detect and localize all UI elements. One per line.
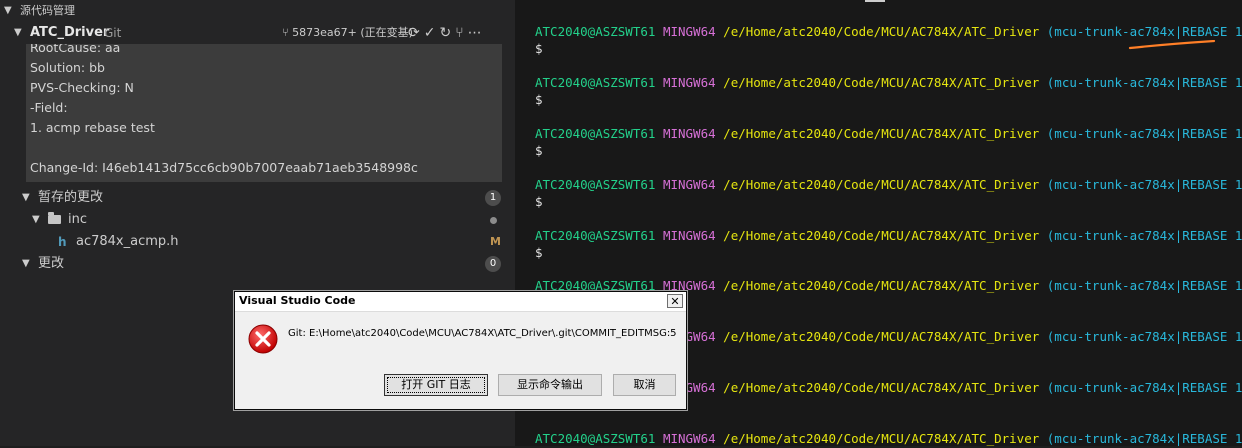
repo-toolbar: ⟳✓↻⑂⋯ bbox=[408, 22, 486, 44]
terminal-branch-info: (mcu-trunk-ac784x|REBASE 1/1) bbox=[1046, 380, 1242, 395]
more-actions-icon[interactable]: ⋯ bbox=[468, 25, 486, 41]
terminal-path: /e/Home/atc2040/Code/MCU/AC784X/ATC_Driv… bbox=[723, 75, 1040, 90]
commit-message-input[interactable]: RootCause: aa Solution: bb PVS-Checking:… bbox=[26, 44, 502, 182]
terminal-path: /e/Home/atc2040/Code/MCU/AC784X/ATC_Driv… bbox=[723, 228, 1040, 243]
commit-message-line: RootCause: aa bbox=[30, 44, 121, 55]
graph-icon[interactable]: ⑂ bbox=[455, 25, 467, 41]
terminal-prompt-line: ATC2040@ASZSWT61 MINGW64 /e/Home/atc2040… bbox=[535, 125, 1242, 143]
branch-icon: ⑂ bbox=[282, 26, 289, 39]
terminal-branch-info: (mcu-trunk-ac784x|REBASE 1/1) bbox=[1046, 24, 1242, 39]
terminal-system: MINGW64 bbox=[662, 75, 716, 90]
changes-label: 更改 bbox=[38, 256, 65, 271]
terminal-prompt-symbol: $ bbox=[535, 92, 543, 107]
chevron-down-icon: ▼ bbox=[14, 27, 22, 38]
terminal-prompt-symbol: $ bbox=[535, 143, 543, 158]
terminal-branch-info: (mcu-trunk-ac784x|REBASE 1/1) bbox=[1046, 177, 1242, 192]
terminal-prompt-symbol: $ bbox=[535, 245, 543, 260]
terminal-tab-indicator bbox=[865, 0, 885, 2]
terminal-branch-info: (mcu-trunk-ac784x|REBASE 1/1) bbox=[1046, 329, 1242, 344]
commit-message-line: -Field: bbox=[30, 100, 68, 115]
close-button[interactable]: ✕ bbox=[667, 294, 683, 308]
terminal-branch-info: (mcu-trunk-ac784x|REBASE 1/1) bbox=[1046, 228, 1242, 243]
changes-group[interactable]: ▼ 更改 0 bbox=[0, 253, 515, 275]
terminal-branch-info: (mcu-trunk-ac784x|REBASE 1/1) bbox=[1046, 126, 1242, 141]
repo-kind: Git bbox=[104, 26, 122, 40]
cancel-button[interactable]: 取消 bbox=[613, 374, 676, 396]
terminal-system: MINGW64 bbox=[662, 126, 716, 141]
terminal-path: /e/Home/atc2040/Code/MCU/AC784X/ATC_Driv… bbox=[723, 431, 1040, 446]
commit-message-line: Solution: bb bbox=[30, 60, 105, 75]
orange-underline-annotation bbox=[1128, 40, 1216, 50]
terminal-path: /e/Home/atc2040/Code/MCU/AC784X/ATC_Driv… bbox=[723, 24, 1040, 39]
scm-header[interactable]: ▼ 源代码管理 bbox=[0, 0, 515, 22]
folder-row-inc[interactable]: ▼ inc bbox=[0, 209, 515, 231]
commit-message-line: Change-Id: I46eb1413d75cc6cb90b7007eaab7… bbox=[30, 160, 418, 175]
staged-count-badge: 1 bbox=[485, 190, 501, 206]
terminal-system: MINGW64 bbox=[662, 431, 716, 446]
terminal-path: /e/Home/atc2040/Code/MCU/AC784X/ATC_Driv… bbox=[723, 329, 1040, 344]
folder-name: inc bbox=[68, 212, 87, 227]
commit-message-line: PVS-Checking: N bbox=[30, 80, 134, 95]
terminal-prompt-line: ATC2040@ASZSWT61 MINGW64 /e/Home/atc2040… bbox=[535, 74, 1242, 92]
terminal-user-host: ATC2040@ASZSWT61 bbox=[535, 431, 656, 446]
branch-name: 5873ea67+ (正在变基) bbox=[292, 26, 413, 39]
commit-message-line: 1. acmp rebase test bbox=[30, 120, 155, 135]
terminal-prompt-line: ATC2040@ASZSWT61 MINGW64 /e/Home/atc2040… bbox=[535, 23, 1242, 41]
file-row-ac784x-acmp[interactable]: h ac784x_acmp.h M bbox=[0, 231, 515, 253]
show-command-output-button[interactable]: 显示命令输出 bbox=[498, 374, 602, 396]
terminal-prompt-line: ATC2040@ASZSWT61 MINGW64 /e/Home/atc2040… bbox=[535, 227, 1242, 245]
terminal-system: MINGW64 bbox=[662, 24, 716, 39]
terminal-branch-info: (mcu-trunk-ac784x|REBASE 1/1) bbox=[1046, 75, 1242, 90]
branch-indicator[interactable]: ⑂ 5873ea67+ (正在变基) bbox=[282, 22, 413, 44]
terminal-system: MINGW64 bbox=[662, 228, 716, 243]
file-name: ac784x_acmp.h bbox=[76, 234, 179, 249]
repository-row[interactable]: ▼ ATC_Driver Git ⑂ 5873ea67+ (正在变基) ⟳✓↻⑂… bbox=[0, 22, 515, 44]
chevron-down-icon: ▼ bbox=[22, 192, 30, 203]
terminal-prompt-line: ATC2040@ASZSWT61 MINGW64 /e/Home/atc2040… bbox=[535, 430, 1242, 448]
folder-icon bbox=[48, 212, 61, 224]
scm-header-title: 源代码管理 bbox=[20, 4, 75, 17]
terminal-path: /e/Home/atc2040/Code/MCU/AC784X/ATC_Driv… bbox=[723, 380, 1040, 395]
error-dialog: Visual Studio Code ✕ Git: E:\Home\atc204… bbox=[234, 291, 687, 410]
dialog-titlebar[interactable]: Visual Studio Code ✕ bbox=[235, 292, 686, 312]
commit-check-icon[interactable]: ✓ bbox=[424, 25, 440, 41]
staged-changes-label: 暂存的更改 bbox=[38, 190, 104, 205]
dialog-title: Visual Studio Code bbox=[239, 294, 356, 307]
chevron-down-icon: ▼ bbox=[4, 5, 12, 16]
chevron-down-icon: ▼ bbox=[32, 214, 40, 225]
terminal-user-host: ATC2040@ASZSWT61 bbox=[535, 228, 656, 243]
terminal-path: /e/Home/atc2040/Code/MCU/AC784X/ATC_Driv… bbox=[723, 177, 1040, 192]
file-status-modified: M bbox=[490, 235, 501, 248]
terminal-prompt-symbol: $ bbox=[535, 41, 543, 56]
terminal-path: /e/Home/atc2040/Code/MCU/AC784X/ATC_Driv… bbox=[723, 278, 1040, 293]
terminal-prompt-line: ATC2040@ASZSWT61 MINGW64 /e/Home/atc2040… bbox=[535, 176, 1242, 194]
changes-count-badge: 0 bbox=[485, 256, 501, 272]
terminal-branch-info: (mcu-trunk-ac784x|REBASE 1/1) bbox=[1046, 278, 1242, 293]
terminal-user-host: ATC2040@ASZSWT61 bbox=[535, 24, 656, 39]
modified-dot-icon bbox=[490, 217, 497, 224]
terminal-system: MINGW64 bbox=[662, 177, 716, 192]
terminal-path: /e/Home/atc2040/Code/MCU/AC784X/ATC_Driv… bbox=[723, 126, 1040, 141]
staged-changes-group[interactable]: ▼ 暂存的更改 1 bbox=[0, 187, 515, 209]
terminal-user-host: ATC2040@ASZSWT61 bbox=[535, 75, 656, 90]
open-git-log-button[interactable]: 打开 GIT 日志 bbox=[384, 374, 488, 396]
sync-icon[interactable]: ⟳ bbox=[408, 25, 424, 41]
terminal-user-host: ATC2040@ASZSWT61 bbox=[535, 177, 656, 192]
refresh-icon[interactable]: ↻ bbox=[439, 25, 455, 41]
error-icon bbox=[248, 324, 278, 354]
c-header-file-icon: h bbox=[58, 235, 67, 249]
repo-name: ATC_Driver bbox=[30, 25, 110, 40]
chevron-down-icon: ▼ bbox=[22, 258, 30, 269]
dialog-message: Git: E:\Home\atc2040\Code\MCU\AC784X\ATC… bbox=[288, 328, 677, 339]
terminal-prompt-symbol: $ bbox=[535, 194, 543, 209]
terminal-branch-info: (mcu-trunk-ac784x|REBASE 1/1) bbox=[1046, 431, 1242, 446]
terminal-user-host: ATC2040@ASZSWT61 bbox=[535, 126, 656, 141]
